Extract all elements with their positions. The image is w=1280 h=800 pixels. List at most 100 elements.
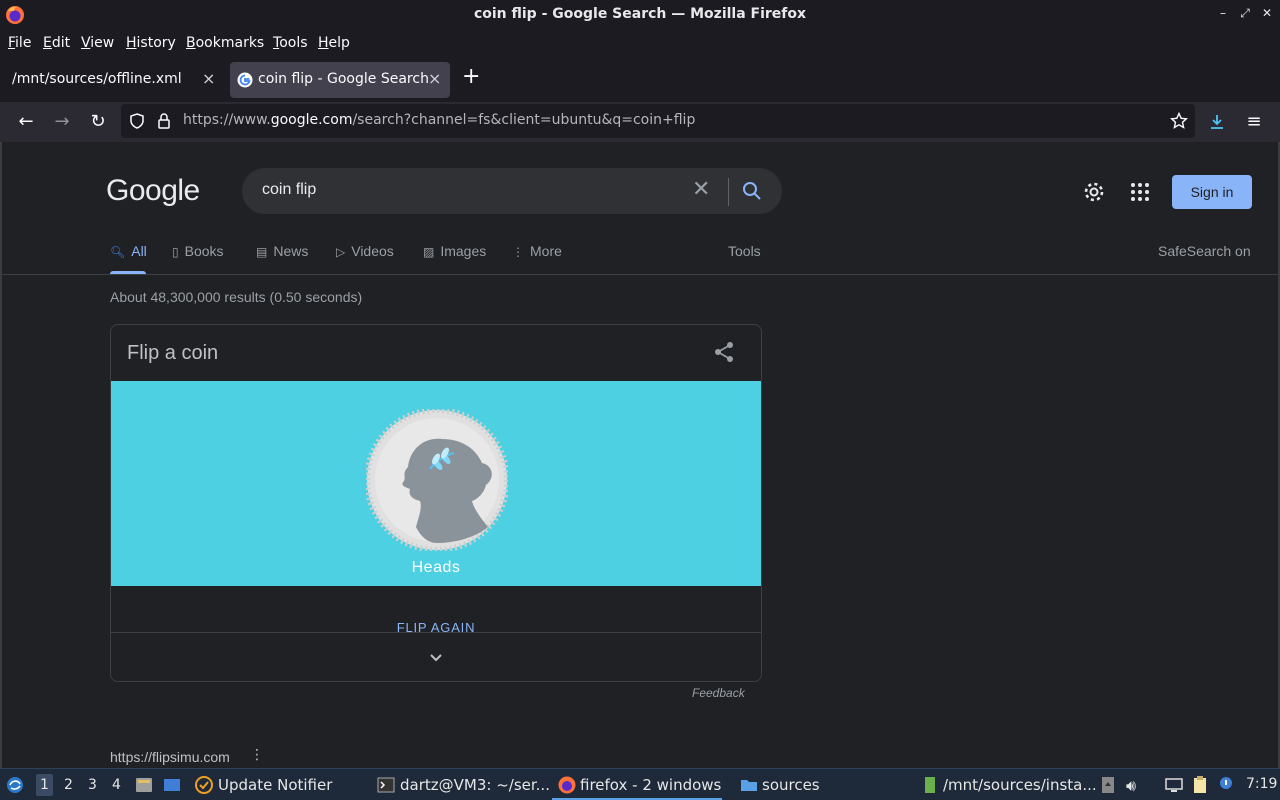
settings-gear-icon[interactable]	[1083, 181, 1105, 203]
reload-icon[interactable]: ↻	[86, 110, 110, 134]
search-tabs: 🔍︎ All ▯ Books ▤ News ▷ Videos ▨ Images ⋮ More…	[2, 232, 1278, 275]
tab-close-icon[interactable]: ×	[428, 69, 441, 88]
result-stats: About 48,300,000 results (0.50 seconds)	[110, 289, 363, 305]
menu-bookmarks[interactable]: Bookmarks	[186, 35, 264, 51]
play-icon: ▷	[336, 245, 346, 259]
window-title: coin flip - Google Search — Mozilla Fire…	[473, 6, 807, 22]
tab-images-label: Images	[440, 243, 487, 259]
tab-strip: /mnt/sources/offline.xml × coin flip - G…	[0, 56, 1280, 102]
tab-all-label: All	[131, 243, 147, 259]
taskbar-firefox[interactable]: firefox - 2 windows	[580, 776, 721, 794]
bookmark-star-icon[interactable]	[1170, 112, 1188, 130]
menu-tools[interactable]: Tools	[273, 35, 308, 51]
safesearch-button[interactable]: SafeSearch on	[1158, 243, 1251, 259]
taskbar-sources[interactable]: sources	[762, 776, 820, 794]
url-host: google.com	[270, 112, 353, 128]
firefox-icon	[558, 776, 576, 794]
taskbar-terminal[interactable]: dartz@VM3: ~/ser...	[400, 776, 550, 794]
network-icon[interactable]	[1164, 775, 1184, 795]
taskbar-install[interactable]: /mnt/sources/insta...	[943, 776, 1097, 794]
notification-icon[interactable]	[1216, 775, 1236, 795]
search-box[interactable]: coin flip ✕	[242, 168, 782, 214]
share-icon[interactable]	[713, 341, 735, 363]
close-window-button[interactable]: ✕	[1258, 6, 1276, 20]
minimize-button[interactable]: –	[1214, 6, 1232, 20]
tools-button[interactable]: Tools	[728, 243, 761, 259]
card-title: Flip a coin	[127, 342, 219, 364]
kebab-icon: ⋮	[512, 245, 524, 259]
url-path: /search?channel=fs&client=ubuntu&q=coin+…	[352, 112, 696, 128]
back-arrow-icon[interactable]: ←	[14, 110, 38, 134]
google-results-page: Google coin flip ✕ Sign in 🔍︎ All ▯ Books …	[0, 142, 1280, 768]
terminal-icon	[377, 777, 395, 793]
result-menu-icon[interactable]: ⋮	[250, 747, 264, 763]
archive-icon	[925, 777, 935, 793]
coin-flip-card: Flip a coin Heads FLIP AGAIN	[110, 324, 762, 682]
eject-icon[interactable]	[1098, 775, 1118, 795]
book-icon: ▯	[172, 245, 179, 259]
search-icon: 🔍︎	[110, 245, 126, 259]
menu-history[interactable]: History	[126, 35, 176, 51]
workspace-3[interactable]: 3	[88, 777, 97, 793]
clipboard-icon[interactable]	[1190, 775, 1210, 795]
flip-result: Heads	[411, 559, 461, 576]
show-desktop-icon[interactable]	[162, 775, 182, 795]
start-menu-icon[interactable]	[5, 775, 25, 795]
hamburger-menu-icon[interactable]: ≡	[1242, 110, 1266, 134]
tab-all[interactable]: 🔍︎ All	[110, 243, 147, 259]
url-text[interactable]: https://www.google.com/search?channel=fs…	[183, 112, 695, 128]
download-icon[interactable]	[1207, 112, 1227, 132]
tab-books-label: Books	[184, 243, 224, 259]
lock-icon[interactable]	[157, 112, 171, 130]
clock[interactable]: 7:19	[1246, 776, 1277, 792]
search-icon[interactable]	[742, 181, 762, 201]
search-input[interactable]: coin flip	[262, 181, 316, 199]
google-favicon-icon	[237, 72, 253, 88]
google-apps-icon[interactable]	[1130, 182, 1150, 202]
tab-google-search[interactable]: coin flip - Google Search ×	[230, 62, 450, 98]
image-icon: ▨	[423, 245, 435, 259]
coin-area[interactable]: Heads	[111, 381, 761, 586]
folder-icon	[741, 780, 757, 791]
menu-view[interactable]: View	[81, 35, 114, 51]
volume-icon[interactable]: 🔊︎	[1126, 776, 1136, 796]
clear-search-icon[interactable]: ✕	[692, 177, 710, 202]
tab-label: coin flip - Google Search	[258, 71, 429, 87]
feedback-link[interactable]: Feedback	[692, 686, 745, 700]
tab-news[interactable]: ▤ News	[256, 243, 308, 259]
workspace-2[interactable]: 2	[64, 777, 73, 793]
menu-help[interactable]: Help	[318, 35, 350, 51]
sign-in-button[interactable]: Sign in	[1172, 175, 1252, 209]
url-prefix: https://www.	[183, 112, 271, 128]
tab-more[interactable]: ⋮ More	[512, 243, 562, 259]
result-url[interactable]: https://flipsimu.com	[110, 749, 230, 765]
news-icon: ▤	[256, 245, 268, 259]
new-tab-icon[interactable]: +	[462, 64, 480, 89]
coin-heads-icon[interactable]	[366, 409, 508, 551]
chevron-down-icon[interactable]	[427, 649, 445, 667]
tab-books[interactable]: ▯ Books	[172, 243, 224, 259]
update-notifier-icon	[195, 776, 213, 794]
shield-icon[interactable]	[129, 113, 145, 129]
tab-images[interactable]: ▨ Images	[423, 243, 486, 259]
google-logo[interactable]: Google	[106, 174, 200, 208]
active-tab-indicator	[110, 271, 146, 274]
tab-news-label: News	[273, 243, 309, 259]
card-expand-bar[interactable]	[111, 632, 761, 681]
window-titlebar: coin flip - Google Search — Mozilla Fire…	[0, 0, 1280, 30]
url-bar[interactable]: https://www.google.com/search?channel=fs…	[121, 104, 1195, 138]
maximize-button[interactable]: ⤢	[1236, 6, 1254, 21]
tab-videos[interactable]: ▷ Videos	[336, 243, 394, 259]
taskbar-update-notifier[interactable]: Update Notifier	[218, 776, 332, 794]
tab-more-label: More	[530, 243, 562, 259]
file-manager-icon[interactable]	[134, 775, 154, 795]
menu-edit[interactable]: Edit	[43, 35, 70, 51]
menu-file[interactable]: File	[8, 35, 31, 51]
workspace-4[interactable]: 4	[112, 777, 121, 793]
tab-offline-xml[interactable]: /mnt/sources/offline.xml ×	[4, 62, 226, 98]
tab-videos-label: Videos	[351, 243, 394, 259]
tab-close-icon[interactable]: ×	[202, 69, 215, 88]
workspace-1[interactable]: 1	[36, 774, 53, 796]
tab-label: /mnt/sources/offline.xml	[12, 71, 182, 87]
forward-arrow-icon[interactable]: →	[50, 110, 74, 134]
